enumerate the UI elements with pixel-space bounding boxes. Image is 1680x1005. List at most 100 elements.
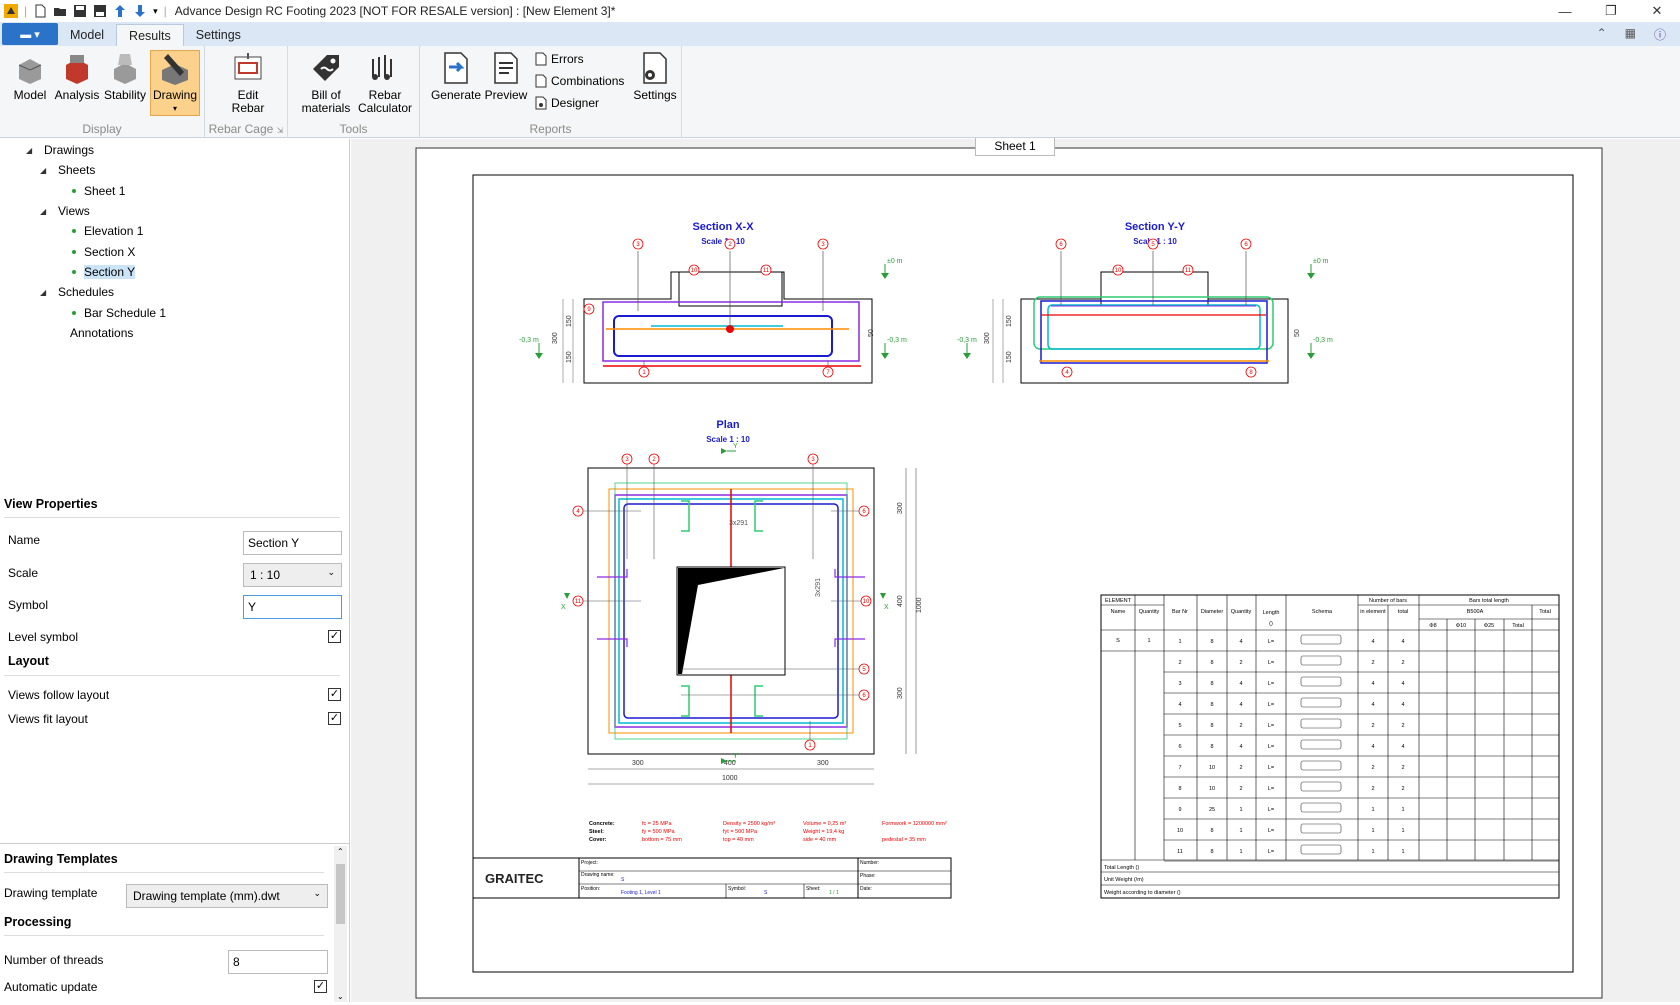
open-folder-icon[interactable]: [53, 4, 67, 18]
table-cell-nr: 5: [1178, 723, 1181, 729]
generate-button[interactable]: Generate: [430, 50, 482, 102]
app-icon: [4, 4, 18, 18]
reports-group-label: Reports: [529, 122, 572, 136]
table-cell-t: 2: [1401, 765, 1404, 771]
cube-icon[interactable]: ▦: [1625, 26, 1636, 43]
designer-button[interactable]: Designer: [534, 96, 599, 110]
dim-1000-plan-h: 1000: [722, 775, 738, 782]
level-bottom-x-right: -0,3 m: [887, 337, 907, 344]
window-title: Advance Design RC Footing 2023 [NOT FOR …: [174, 4, 616, 18]
application-menu-button[interactable]: ▬ ▾: [2, 23, 58, 45]
tab-results[interactable]: Results: [116, 24, 184, 46]
sched-element-name: S: [1116, 638, 1120, 644]
model-button[interactable]: Model: [8, 50, 52, 102]
table-cell-nr: 4: [1178, 702, 1181, 708]
drawing-canvas[interactable]: Section X-X Scale 1 : 10 300 150 150 50 …: [351, 139, 1680, 1002]
table-cell-d: 8: [1210, 723, 1213, 729]
tab-model[interactable]: Model: [58, 24, 116, 46]
tree-node-drawings[interactable]: ◢ Drawings: [26, 141, 94, 159]
level-symbol-checkbox[interactable]: ✓: [328, 630, 341, 643]
display-group-label: Display: [82, 122, 122, 136]
views-fit-layout-checkbox[interactable]: ✓: [328, 712, 341, 725]
tree-node-views[interactable]: ◢ Views: [40, 202, 90, 220]
drawing-button[interactable]: Drawing ▾: [150, 50, 200, 116]
scroll-up-icon[interactable]: ⌃: [337, 847, 344, 856]
table-cell-t: 2: [1401, 786, 1404, 792]
automatic-update-checkbox[interactable]: ✓: [314, 980, 327, 993]
report-settings-button[interactable]: Settings: [632, 50, 678, 102]
rebar-calculator-icon: [367, 50, 403, 86]
table-cell-q: 2: [1239, 786, 1242, 792]
views-fit-label: Views fit layout: [8, 712, 88, 726]
views-follow-layout-checkbox[interactable]: ✓: [328, 688, 341, 701]
combinations-button[interactable]: Combinations: [534, 74, 624, 88]
arrow-down-icon[interactable]: [133, 4, 147, 18]
rebar-calculator-button[interactable]: Rebar Calculator: [354, 50, 416, 115]
sheet-value-cartouche: 1 / 1: [829, 890, 839, 896]
tree-node-sheet-1[interactable]: Sheet 1: [72, 182, 125, 200]
table-cell-d: 8: [1210, 744, 1213, 750]
table-cell-d: 8: [1210, 702, 1213, 708]
table-cell-l: L=: [1268, 828, 1274, 834]
table-cell-q: 1: [1239, 807, 1242, 813]
bill-of-materials-button[interactable]: Bill of materials: [300, 50, 352, 115]
edit-rebar-button[interactable]: Edit Rebar: [223, 50, 273, 115]
save-icon[interactable]: [73, 4, 87, 18]
errors-button[interactable]: Errors: [534, 52, 584, 66]
project-tree: ◢ Drawings ◢ Sheets Sheet 1 ◢ Views Elevati…: [0, 139, 350, 491]
customize-quick-access-icon[interactable]: ▾: [153, 6, 158, 17]
minimize-icon[interactable]: —: [1542, 0, 1588, 22]
dim-50-y: 50: [1294, 329, 1301, 337]
restore-icon[interactable]: ❐: [1588, 0, 1634, 22]
table-cell-l: L=: [1268, 702, 1274, 708]
stability-icon: [107, 50, 143, 86]
save-as-icon[interactable]: [93, 4, 107, 18]
table-cell-l: L=: [1268, 723, 1274, 729]
table-cell-d: 25: [1209, 807, 1215, 813]
close-icon[interactable]: ✕: [1634, 0, 1680, 22]
tree-node-schedules[interactable]: ◢ Schedules: [40, 283, 114, 301]
table-cell-ie: 4: [1371, 744, 1374, 750]
phase-label: Phase:: [860, 873, 876, 879]
section-xx-scale: Scale 1 : 10: [701, 237, 745, 246]
tab-settings[interactable]: Settings: [184, 24, 253, 46]
symbol-input[interactable]: Y: [243, 595, 342, 619]
preview-button[interactable]: Preview: [484, 50, 528, 102]
drawing-template-select[interactable]: Drawing template (mm).dwt ⌄: [126, 884, 328, 908]
table-cell-l: L=: [1268, 807, 1274, 813]
tree-node-sheets[interactable]: ◢ Sheets: [40, 161, 95, 179]
tools-group-label: Tools: [339, 122, 368, 136]
table-cell-nr: 10: [1177, 828, 1183, 834]
new-file-icon[interactable]: [33, 4, 47, 18]
number-of-threads-label: Number of threads: [4, 953, 104, 967]
info-icon[interactable]: ⓘ: [1654, 26, 1666, 43]
dim-300-x: 300: [552, 332, 559, 344]
sheet-tab[interactable]: Sheet 1: [975, 138, 1055, 156]
table-cell-q: 2: [1239, 660, 1242, 666]
table-cell-ie: 1: [1371, 828, 1374, 834]
drawing-icon: [157, 51, 193, 86]
sched-h-qty: Quantity: [1139, 609, 1160, 615]
level-top-y: ±0 m: [1313, 258, 1329, 265]
tree-node-section-x[interactable]: Section X: [72, 243, 135, 261]
level-bottom-y-left: -0,3 m: [957, 337, 977, 344]
tree-node-section-y[interactable]: Section Y: [72, 263, 136, 281]
tree-node-annotations[interactable]: Annotations: [70, 324, 133, 342]
scroll-down-icon[interactable]: ⌄: [337, 992, 344, 1001]
scrollbar-thumb[interactable]: [336, 864, 345, 924]
analysis-button[interactable]: Analysis: [54, 50, 100, 102]
scale-select[interactable]: 1 : 10 ⌄: [243, 563, 342, 587]
properties-scrollbar[interactable]: ⌃ ⌄: [334, 846, 347, 1002]
number-of-threads-input[interactable]: 8: [228, 950, 328, 974]
table-cell-ie: 2: [1371, 660, 1374, 666]
tree-node-elevation-1[interactable]: Elevation 1: [72, 222, 143, 240]
stability-button[interactable]: Stability: [102, 50, 148, 102]
view-name-input[interactable]: Section Y: [243, 531, 342, 555]
arrow-up-icon[interactable]: [113, 4, 127, 18]
display-group: Model Analysis Stability Drawing ▾ Displ…: [0, 46, 205, 138]
fc-value: fc = 25 MPa: [642, 821, 672, 827]
table-cell-t: 2: [1401, 723, 1404, 729]
sched-unit-weight: Unit Weight (/m): [1104, 877, 1144, 883]
tree-node-bar-schedule-1[interactable]: Bar Schedule 1: [72, 304, 166, 322]
collapse-ribbon-icon[interactable]: ⌃: [1597, 26, 1607, 43]
